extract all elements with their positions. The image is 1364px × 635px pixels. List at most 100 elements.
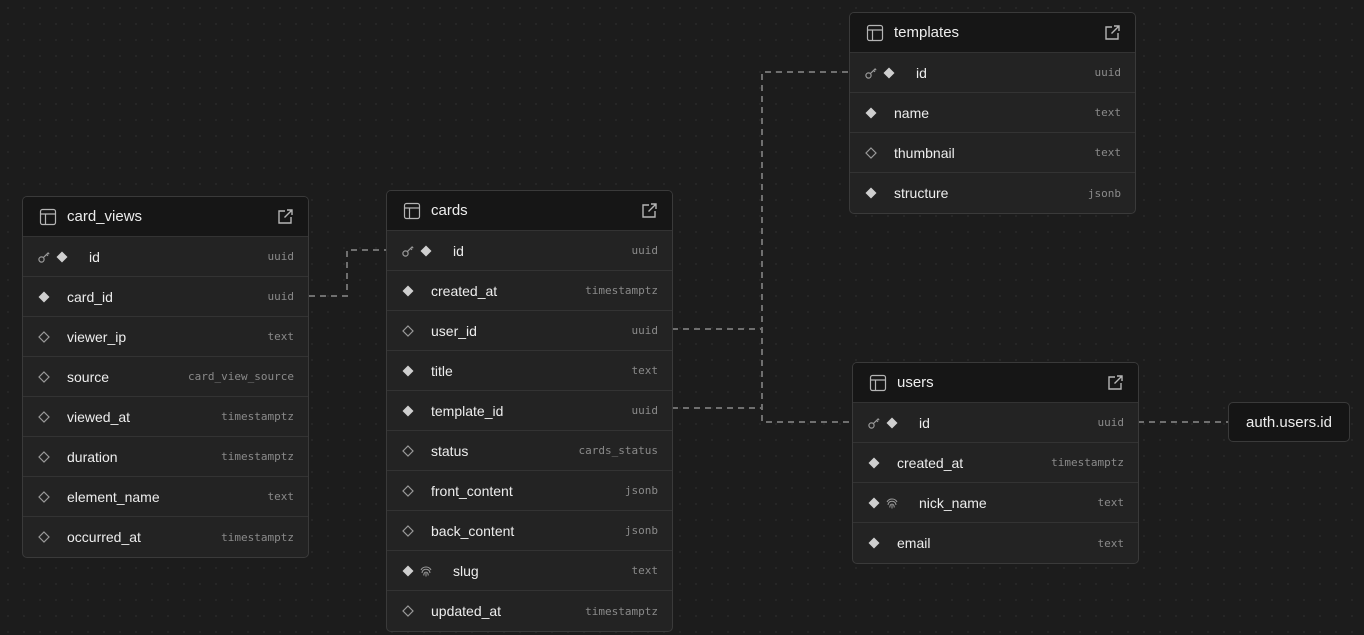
nullable-diamond-icon — [401, 524, 415, 538]
column-name: slug — [453, 562, 479, 579]
table-header: cards — [387, 191, 672, 231]
column-type: card_view_source — [188, 370, 294, 383]
column-icons — [401, 564, 433, 578]
auth-users-id-node[interactable]: auth.users.id — [1228, 402, 1350, 442]
column-icons — [401, 604, 431, 618]
column-name: viewer_ip — [67, 328, 127, 345]
table-icon — [403, 202, 421, 220]
column-row-created-at[interactable]: created_at timestamptz — [387, 271, 672, 311]
column-name: id — [89, 248, 100, 265]
table-header: users — [853, 363, 1138, 403]
column-row-source[interactable]: source card_view_source — [23, 357, 308, 397]
column-row-status[interactable]: status cards_status — [387, 431, 672, 471]
table-name: templates — [894, 24, 960, 41]
column-icons — [867, 536, 897, 550]
column-icons — [864, 106, 894, 120]
column-icons — [37, 490, 67, 504]
non-nullable-diamond-icon — [401, 404, 415, 418]
column-icons — [867, 496, 899, 510]
column-row-occurred-at[interactable]: occurred_at timestamptz — [23, 517, 308, 557]
column-row-slug[interactable]: slug text — [387, 551, 672, 591]
column-name: duration — [67, 448, 118, 465]
column-row-structure[interactable]: structure jsonb — [850, 173, 1135, 213]
column-name: template_id — [431, 402, 504, 419]
nullable-diamond-icon — [37, 490, 51, 504]
column-type: timestamptz — [585, 284, 658, 297]
nullable-diamond-icon — [37, 330, 51, 344]
column-row-nick-name[interactable]: nick_name text — [853, 483, 1138, 523]
column-row-id[interactable]: id uuid — [850, 53, 1135, 93]
column-name: nick_name — [919, 494, 987, 511]
column-icons — [867, 456, 897, 470]
non-nullable-diamond-icon — [864, 186, 878, 200]
unique-fingerprint-icon — [419, 564, 433, 578]
column-type: timestamptz — [221, 530, 294, 544]
column-name: viewed_at — [67, 408, 131, 425]
column-type: cards_status — [578, 444, 658, 457]
nullable-diamond-icon — [37, 450, 51, 464]
external-link-icon[interactable] — [276, 208, 294, 226]
external-link-icon[interactable] — [1106, 374, 1124, 392]
column-row-template-id[interactable]: template_id uuid — [387, 391, 672, 431]
external-link-icon[interactable] — [1103, 24, 1121, 42]
column-row-id[interactable]: id uuid — [23, 237, 308, 277]
column-name: id — [453, 242, 464, 259]
column-name: updated_at — [431, 603, 502, 619]
column-icons — [37, 450, 67, 464]
column-type: text — [267, 330, 295, 343]
table-cards[interactable]: cards id uuid created_at timestamptz user_id u… — [386, 190, 673, 632]
column-type: jsonb — [1087, 186, 1121, 200]
table-templates[interactable]: templates id uuid name text thumbnail text stru… — [849, 12, 1136, 214]
column-type: uuid — [1094, 66, 1122, 79]
column-name: title — [431, 362, 453, 379]
column-type: text — [267, 490, 295, 503]
column-type: timestamptz — [221, 450, 294, 463]
column-type: jsonb — [624, 484, 658, 497]
column-row-title[interactable]: title text — [387, 351, 672, 391]
column-row-id[interactable]: id uuid — [853, 403, 1138, 443]
table-icon — [39, 208, 57, 226]
column-row-duration[interactable]: duration timestamptz — [23, 437, 308, 477]
column-row-thumbnail[interactable]: thumbnail text — [850, 133, 1135, 173]
column-icons — [401, 484, 431, 498]
edge-card-views-card-id-to-cards-id — [309, 249, 387, 297]
nullable-diamond-icon — [37, 410, 51, 424]
column-row-name[interactable]: name text — [850, 93, 1135, 133]
non-nullable-diamond-icon — [867, 456, 881, 470]
column-row-viewed-at[interactable]: viewed_at timestamptz — [23, 397, 308, 437]
table-icon — [869, 374, 887, 392]
column-name: structure — [894, 185, 949, 201]
non-nullable-diamond-icon — [401, 564, 415, 578]
column-icons — [864, 186, 894, 200]
table-header: templates — [850, 13, 1135, 53]
unique-fingerprint-icon — [885, 496, 899, 510]
non-nullable-diamond-icon — [867, 536, 881, 550]
column-name: id — [916, 64, 927, 81]
table-users[interactable]: users id uuid created_at timestamptz nick_nam… — [852, 362, 1139, 564]
column-name: name — [894, 104, 930, 121]
column-icons — [401, 364, 431, 378]
column-row-element-name[interactable]: element_name text — [23, 477, 308, 517]
column-type: uuid — [1097, 416, 1125, 429]
table-name: users — [897, 374, 934, 391]
column-row-front-content[interactable]: front_content jsonb — [387, 471, 672, 511]
primary-key-icon — [401, 244, 415, 258]
column-row-id[interactable]: id uuid — [387, 231, 672, 271]
column-row-card-id[interactable]: card_id uuid — [23, 277, 308, 317]
non-nullable-diamond-icon — [37, 290, 51, 304]
column-type: text — [1094, 106, 1122, 119]
table-card_views[interactable]: card_views id uuid card_id uuid viewer_ip text… — [22, 196, 309, 558]
non-nullable-diamond-icon — [885, 416, 899, 430]
column-row-email[interactable]: email text — [853, 523, 1138, 563]
non-nullable-diamond-icon — [401, 284, 415, 298]
column-row-created-at[interactable]: created_at timestamptz — [853, 443, 1138, 483]
edge-cards-template-id-to-templates-id — [672, 71, 850, 409]
column-icons — [37, 290, 67, 304]
table-name: card_views — [67, 208, 143, 225]
column-row-viewer-ip[interactable]: viewer_ip text — [23, 317, 308, 357]
external-link-icon[interactable] — [640, 202, 658, 220]
column-type: uuid — [267, 250, 295, 263]
column-row-updated-at[interactable]: updated_at timestamptz — [387, 591, 672, 631]
column-row-back-content[interactable]: back_content jsonb — [387, 511, 672, 551]
column-row-user-id[interactable]: user_id uuid — [387, 311, 672, 351]
